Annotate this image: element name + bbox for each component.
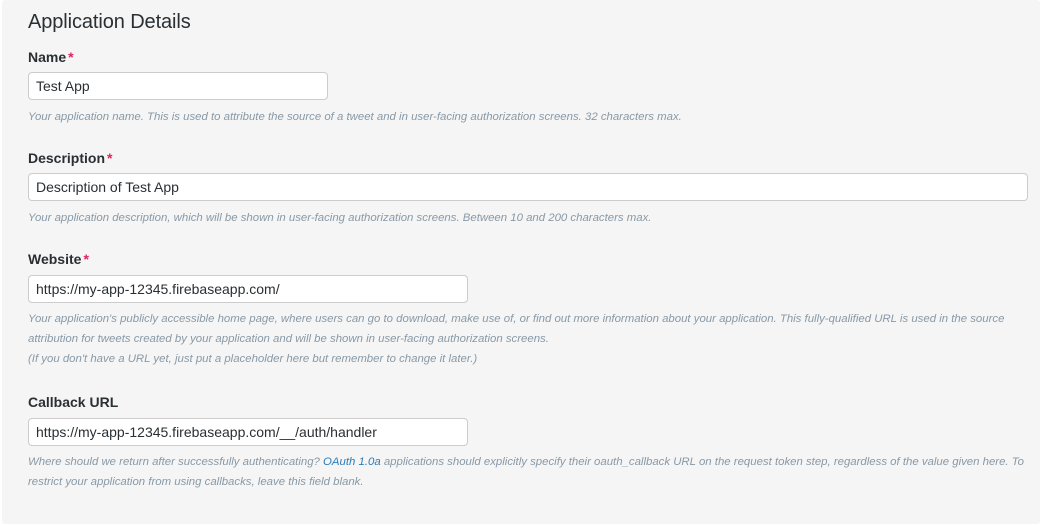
description-input[interactable] bbox=[28, 173, 1028, 201]
section-title: Application Details bbox=[28, 11, 191, 33]
name-input[interactable] bbox=[28, 72, 328, 100]
callback-url-label-text: Callback URL bbox=[28, 394, 119, 410]
callback-url-help-text: Where should we return after successfull… bbox=[28, 452, 1028, 492]
name-help-text: Your application name. This is used to a… bbox=[28, 111, 682, 123]
callback-url-input[interactable] bbox=[28, 418, 468, 446]
oauth-link[interactable]: OAuth 1.0a bbox=[323, 456, 381, 468]
application-details-panel: Application Details Name* Your applicati… bbox=[2, 0, 1040, 524]
website-input[interactable] bbox=[28, 275, 468, 303]
description-required-mark: * bbox=[107, 150, 113, 166]
website-help-line-2: (If you don't have a URL yet, just put a… bbox=[28, 353, 478, 365]
description-label: Description * bbox=[28, 150, 112, 166]
name-label: Name * bbox=[28, 49, 74, 65]
website-label: Website * bbox=[28, 251, 89, 267]
website-label-text: Website bbox=[28, 251, 82, 267]
name-label-text: Name bbox=[28, 49, 67, 65]
website-required-mark: * bbox=[83, 251, 89, 267]
callback-url-label: Callback URL bbox=[28, 394, 118, 410]
description-label-text: Description bbox=[28, 150, 106, 166]
name-required-mark: * bbox=[68, 49, 74, 65]
description-help-text: Your application description, which will… bbox=[28, 212, 652, 224]
website-help-text: Your application's publicly accessible h… bbox=[28, 309, 1028, 369]
website-help-line-1: Your application's publicly accessible h… bbox=[28, 313, 1005, 345]
callback-help-before-link: Where should we return after successfull… bbox=[28, 456, 324, 468]
